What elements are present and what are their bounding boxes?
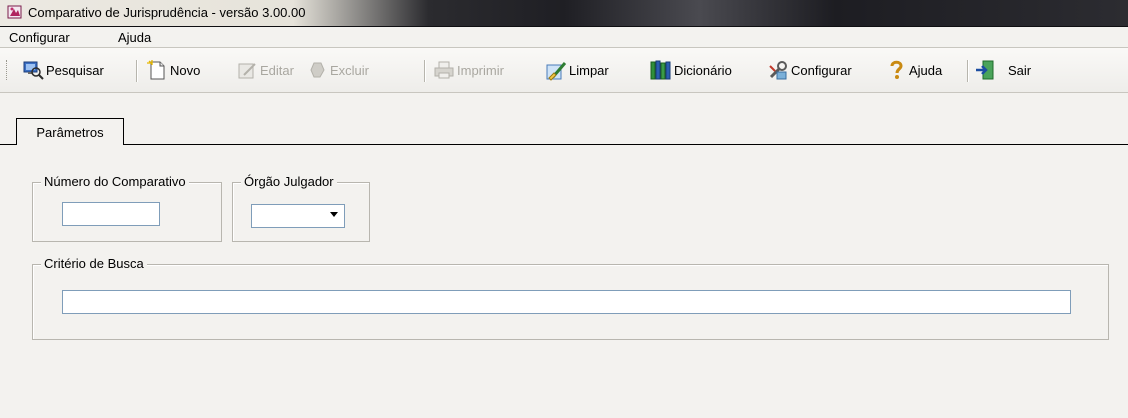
orgao-julgador-group: Órgão Julgador <box>232 174 370 242</box>
print-button-label: Imprimir <box>457 62 504 78</box>
delete-icon <box>310 62 325 78</box>
window-title: Comparativo de Jurisprudência - versão 3… <box>28 5 306 20</box>
delete-button-label: Excluir <box>330 62 370 78</box>
numero-comparativo-input[interactable] <box>62 202 160 226</box>
numero-comparativo-group: Número do Comparativo <box>32 174 222 242</box>
books-icon <box>650 60 671 80</box>
printer-icon <box>434 61 454 79</box>
toolbar-separator <box>967 60 969 82</box>
orgao-julgador-select[interactable] <box>251 204 345 228</box>
delete-button[interactable]: Excluir <box>306 58 369 82</box>
edit-icon <box>238 63 256 79</box>
menu-configurar[interactable]: Configurar <box>9 30 70 45</box>
orgao-julgador-label: Órgão Julgador <box>241 174 337 189</box>
criterio-busca-input[interactable] <box>62 290 1071 314</box>
help-button[interactable]: Ajuda <box>885 58 942 82</box>
new-document-icon <box>147 60 165 80</box>
toolbar-separator <box>136 60 138 82</box>
chevron-down-icon[interactable] <box>330 212 338 217</box>
tab-parametros[interactable]: Parâmetros <box>16 118 124 145</box>
clear-button[interactable]: Limpar <box>545 58 609 82</box>
toolbar-separator <box>424 60 426 82</box>
exit-icon <box>976 60 994 80</box>
search-button-label: Pesquisar <box>46 62 104 78</box>
menu-ajuda[interactable]: Ajuda <box>118 30 151 45</box>
dictionary-button[interactable]: Dicionário <box>650 58 732 82</box>
edit-button[interactable]: Editar <box>236 58 294 82</box>
dictionary-button-label: Dicionário <box>674 62 732 78</box>
tab-parametros-label: Parâmetros <box>36 124 104 140</box>
help-icon <box>890 60 903 79</box>
tab-strip: Parâmetros <box>0 93 1128 145</box>
help-button-label: Ajuda <box>909 62 943 78</box>
new-button-label: Novo <box>170 62 201 78</box>
exit-button-label: Sair <box>1008 62 1032 78</box>
title-bar[interactable]: Comparativo de Jurisprudência - versão 3… <box>0 0 1128 27</box>
exit-button[interactable]: Sair <box>974 58 1031 82</box>
clear-button-label: Limpar <box>569 62 609 78</box>
app-icon <box>7 5 22 19</box>
print-button[interactable]: Imprimir <box>433 58 504 82</box>
criterio-busca-label: Critério de Busca <box>41 256 147 271</box>
toolbar-grip[interactable] <box>6 60 10 80</box>
new-button[interactable]: Novo <box>146 58 200 82</box>
clear-icon <box>546 62 567 81</box>
criterio-busca-group: Critério de Busca <box>32 256 1109 340</box>
settings-icon <box>769 61 787 80</box>
search-button[interactable]: Pesquisar <box>22 58 104 82</box>
app-window: Comparativo de Jurisprudência - versão 3… <box>0 0 1128 418</box>
search-icon <box>23 61 44 80</box>
toolbar: Pesquisar Novo Editar Excluir Imprimir L… <box>0 48 1128 93</box>
edit-button-label: Editar <box>260 62 294 78</box>
numero-comparativo-label: Número do Comparativo <box>41 174 189 189</box>
tab-underline <box>0 144 1128 145</box>
configure-button-label: Configurar <box>791 62 852 78</box>
menu-bar: Configurar Ajuda <box>0 27 1128 48</box>
configure-button[interactable]: Configurar <box>767 58 852 82</box>
